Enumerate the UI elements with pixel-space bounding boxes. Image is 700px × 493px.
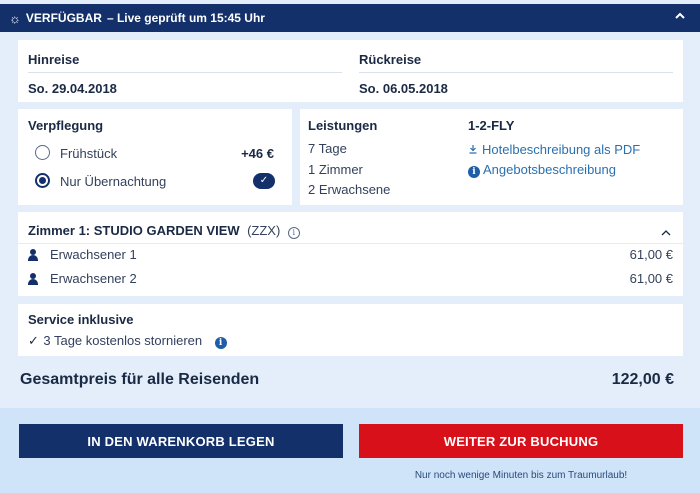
offer-description-label[interactable]: Angebotsbeschreibung bbox=[483, 162, 616, 177]
availability-status: VERFÜGBAR bbox=[25, 11, 102, 25]
service-included-card: Service inklusive ✓ 3 Tage kostenlos sto… bbox=[18, 304, 683, 356]
total-price: 122,00 € bbox=[611, 371, 674, 388]
service-included-text: 3 Tage kostenlos stornieren bbox=[43, 333, 203, 348]
chevron-up-icon[interactable] bbox=[661, 224, 671, 242]
person-icon bbox=[28, 273, 38, 285]
add-to-cart-button[interactable]: IN DEN WARENKORB LEGEN bbox=[19, 424, 343, 458]
continue-booking-button[interactable]: WEITER ZUR BUCHUNG bbox=[359, 424, 683, 458]
download-icon bbox=[468, 141, 478, 159]
booking-hint: Nur noch wenige Minuten bis zum Traumurl… bbox=[414, 470, 628, 481]
info-icon[interactable]: i bbox=[287, 227, 300, 239]
person-icon bbox=[28, 249, 38, 261]
divider bbox=[18, 243, 683, 244]
travel-dates-card: Hinreise So. 29.04.2018 Rückreise So. 06… bbox=[18, 40, 683, 102]
sun-icon: ☼ bbox=[9, 10, 21, 26]
room-title: Zimmer 1: STUDIO GARDEN VIEW bbox=[28, 223, 240, 238]
radio-button[interactable] bbox=[35, 145, 50, 160]
service-item: 7 Tage bbox=[308, 141, 347, 156]
guest-price: 61,00 € bbox=[629, 247, 673, 262]
room-title-row: Zimmer 1: STUDIO GARDEN VIEW (ZZX) i bbox=[28, 222, 300, 240]
check-icon: ✓ bbox=[28, 333, 39, 348]
room-card: Zimmer 1: STUDIO GARDEN VIEW (ZZX) i Erw… bbox=[18, 212, 683, 296]
pdf-link-label[interactable]: Hotelbeschreibung als PDF bbox=[482, 142, 640, 157]
guest-price: 61,00 € bbox=[629, 271, 673, 286]
service-item: 1 Zimmer bbox=[308, 162, 363, 177]
return-date: So. 06.05.2018 bbox=[359, 81, 448, 96]
divider bbox=[359, 72, 673, 73]
room-code: (ZZX) bbox=[247, 223, 281, 238]
service-item: 2 Erwachsene bbox=[308, 182, 391, 197]
checkmark-icon: ✓ bbox=[253, 173, 275, 189]
radio-button-selected[interactable] bbox=[35, 173, 50, 188]
offer-panel: ☼ VERFÜGBAR – Live geprüft um 15:45 Uhr … bbox=[0, 0, 700, 493]
total-label: Gesamtpreis für alle Reisenden bbox=[20, 371, 260, 388]
services-title: Leistungen bbox=[308, 118, 378, 133]
info-icon[interactable]: i bbox=[214, 337, 227, 349]
outbound-label: Hinreise bbox=[28, 52, 80, 67]
outbound-date: So. 29.04.2018 bbox=[28, 81, 117, 96]
offer-description-link[interactable]: i Angebotsbeschreibung bbox=[468, 161, 616, 179]
board-option-price: +46 € bbox=[241, 146, 274, 161]
availability-header[interactable]: ☼ VERFÜGBAR – Live geprüft um 15:45 Uhr bbox=[0, 4, 700, 32]
pdf-link[interactable]: Hotelbeschreibung als PDF bbox=[468, 141, 640, 159]
board-title: Verpflegung bbox=[28, 118, 104, 133]
board-option-label: Frühstück bbox=[60, 146, 118, 161]
live-check-text: – Live geprüft um 15:45 Uhr bbox=[106, 11, 265, 25]
action-area: IN DEN WARENKORB LEGEN WEITER ZUR BUCHUN… bbox=[0, 408, 700, 493]
divider bbox=[28, 72, 342, 73]
board-option-label: Nur Übernachtung bbox=[60, 174, 167, 189]
info-icon: i bbox=[468, 166, 480, 178]
operator-name: 1-2-FLY bbox=[468, 118, 515, 133]
service-included-item: ✓ 3 Tage kostenlos stornieren i bbox=[28, 332, 227, 350]
services-card: Leistungen 7 Tage 1 Zimmer 2 Erwachsene … bbox=[300, 109, 683, 205]
guest-label: Erwachsener 1 bbox=[50, 247, 137, 262]
service-included-title: Service inklusive bbox=[28, 312, 134, 327]
guest-label: Erwachsener 2 bbox=[50, 271, 137, 286]
board-card: Verpflegung Frühstück +46 € Nur Übernach… bbox=[18, 109, 292, 205]
chevron-up-icon[interactable] bbox=[674, 10, 686, 25]
return-label: Rückreise bbox=[359, 52, 422, 67]
